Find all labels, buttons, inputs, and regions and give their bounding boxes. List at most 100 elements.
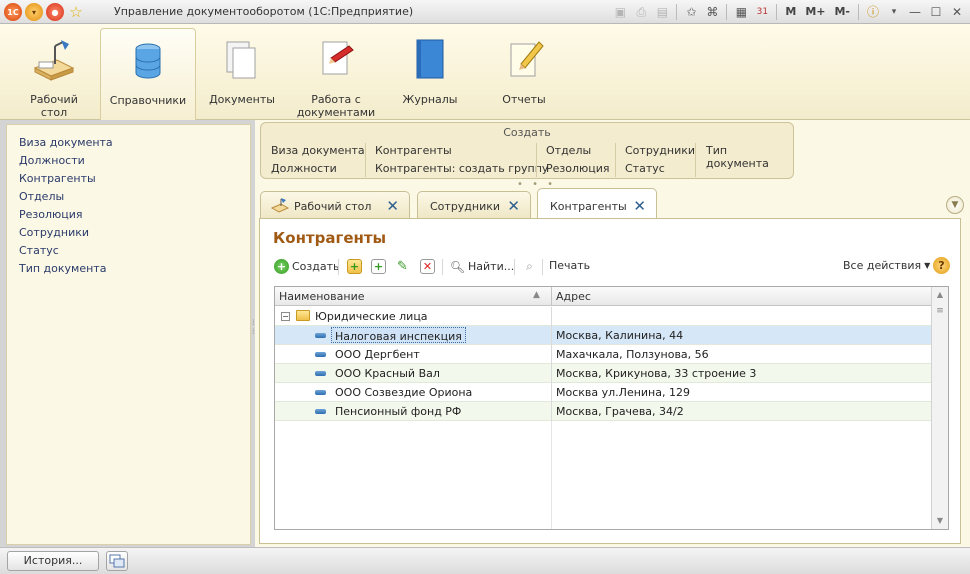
nav-item-doc-type[interactable]: Тип документа bbox=[19, 262, 106, 275]
main-menu-icon[interactable]: ▾ bbox=[25, 3, 43, 21]
scroll-thumb[interactable]: ≡ bbox=[932, 303, 948, 319]
cancel-search-icon: ⌕ bbox=[526, 259, 533, 273]
table-row[interactable]: ООО Созвездие Ориона Москва ул.Ленина, 1… bbox=[275, 383, 932, 402]
stop-icon[interactable]: ● bbox=[46, 3, 64, 21]
section-desktop-label: Рабочий стол bbox=[30, 93, 78, 119]
help-icon[interactable]: ? bbox=[933, 257, 950, 274]
section-journals[interactable]: Журналы bbox=[382, 28, 478, 116]
section-desktop[interactable]: Рабочий стол bbox=[6, 28, 102, 119]
command-bar: + Создать + + ✎ ✕ 🔍︎ Найти... ⌕ Печать В… bbox=[274, 257, 954, 277]
memory-minus-button[interactable]: M- bbox=[831, 3, 853, 21]
window-titlebar: 1С ▾ ● ☆ Управление документооборотом (1… bbox=[0, 0, 970, 24]
windows-list-icon[interactable] bbox=[106, 551, 128, 571]
find-button[interactable]: 🔍︎ Найти... bbox=[450, 259, 514, 274]
row-address: Москва, Калинина, 44 bbox=[556, 329, 684, 342]
database-icon bbox=[135, 43, 161, 79]
table-row[interactable]: ООО Дергбент Махачкала, Ползунова, 56 bbox=[275, 345, 932, 364]
memory-button[interactable]: M bbox=[782, 3, 799, 21]
section-catalogs[interactable]: Справочники bbox=[100, 28, 196, 120]
titlebar-right-buttons: ▣ ⎙ ▤ ✩ ⌘ ▦ 31 M M+ M- ⓘ ▾ — ☐ ✕ bbox=[611, 3, 966, 21]
close-icon[interactable]: ✕ bbox=[948, 3, 966, 21]
collapse-group-icon[interactable]: − bbox=[281, 312, 290, 321]
table-row-group[interactable]: − Юридические лица bbox=[275, 307, 932, 326]
bookmark-icon[interactable]: ⌘ bbox=[703, 3, 721, 21]
edit-button[interactable]: ✎ bbox=[395, 259, 410, 274]
maximize-icon[interactable]: ☐ bbox=[927, 3, 945, 21]
nav-item-positions[interactable]: Должности bbox=[19, 154, 85, 167]
tab-employees[interactable]: Сотрудники ✕ bbox=[417, 191, 531, 218]
folder-icon bbox=[296, 310, 310, 321]
add-favorite-icon[interactable]: ✩ bbox=[682, 3, 700, 21]
nav-item-employees[interactable]: Сотрудники bbox=[19, 226, 89, 239]
counterparties-table[interactable]: Наименование ▲ Адрес − Юридические лица … bbox=[274, 286, 949, 530]
create-button[interactable]: + Создать bbox=[274, 259, 340, 274]
create-status-link[interactable]: Статус bbox=[625, 162, 665, 175]
section-reports-label: Отчеты bbox=[502, 93, 546, 106]
minimize-icon[interactable]: — bbox=[906, 3, 924, 21]
row-name: ООО Созвездие Ориона bbox=[335, 386, 473, 399]
row-name: ООО Красный Вал bbox=[335, 367, 440, 380]
create-position-link[interactable]: Должности bbox=[271, 162, 337, 175]
create-visa-link[interactable]: Виза документа bbox=[271, 144, 365, 157]
nav-item-departments[interactable]: Отделы bbox=[19, 190, 64, 203]
preview-icon[interactable]: ▤ bbox=[653, 3, 671, 21]
table-row[interactable]: ООО Красный Вал Москва, Крикунова, 33 ст… bbox=[275, 364, 932, 383]
scroll-down-icon[interactable]: ▼ bbox=[932, 513, 948, 529]
tabs-dropdown-icon[interactable]: ▼ bbox=[946, 196, 964, 214]
create-doc-type-link[interactable]: Тип документа bbox=[706, 144, 793, 170]
table-row[interactable]: Пенсионный фонд РФ Москва, Грачева, 34/2 bbox=[275, 402, 932, 421]
scroll-up-icon[interactable]: ▲ bbox=[932, 287, 948, 303]
all-actions-button[interactable]: Все действия ▼ bbox=[843, 259, 930, 272]
calculator-icon[interactable]: ▦ bbox=[732, 3, 750, 21]
tab-counterparties-close-icon[interactable]: ✕ bbox=[633, 197, 646, 215]
catalog-item-icon bbox=[315, 390, 326, 395]
catalog-item-icon bbox=[315, 333, 326, 338]
create-group-button[interactable]: + bbox=[347, 259, 362, 274]
row-name: ООО Дергбент bbox=[335, 348, 420, 361]
delete-mark-button[interactable]: ✕ bbox=[420, 259, 435, 274]
catalog-item-icon bbox=[315, 352, 326, 357]
cancel-search-button[interactable]: ⌕ bbox=[522, 259, 537, 274]
nav-item-resolution[interactable]: Резолюция bbox=[19, 208, 83, 221]
copy-button[interactable]: + bbox=[371, 259, 386, 274]
nav-item-status[interactable]: Статус bbox=[19, 244, 59, 257]
create-department-link[interactable]: Отделы bbox=[546, 144, 591, 157]
info-icon[interactable]: ⓘ bbox=[864, 3, 882, 21]
create-resolution-link[interactable]: Резолюция bbox=[546, 162, 610, 175]
table-row[interactable]: Налоговая инспекция Москва, Калинина, 44 bbox=[275, 326, 932, 345]
titlebar-left-buttons: 1С ▾ ● ☆ bbox=[4, 3, 85, 21]
nav-item-counterparties[interactable]: Контрагенты bbox=[19, 172, 96, 185]
print-button[interactable]: Печать bbox=[549, 259, 590, 272]
column-header-address[interactable]: Адрес bbox=[556, 290, 591, 303]
status-bar: История... bbox=[0, 547, 970, 574]
calendar-icon[interactable]: 31 bbox=[753, 3, 771, 21]
copy-add-icon: + bbox=[371, 259, 386, 274]
section-documents-label: Документы bbox=[209, 93, 275, 106]
section-reports[interactable]: Отчеты bbox=[476, 28, 572, 116]
tab-counterparties[interactable]: Контрагенты ✕ bbox=[537, 188, 657, 219]
chevron-down-icon[interactable]: ▾ bbox=[885, 3, 903, 21]
section-documents[interactable]: Документы bbox=[194, 28, 290, 116]
vertical-scrollbar[interactable]: ▲ ≡ ▼ bbox=[931, 287, 948, 529]
memory-plus-button[interactable]: M+ bbox=[802, 3, 828, 21]
app-logo-icon[interactable]: 1С bbox=[4, 3, 22, 21]
save-icon[interactable]: ▣ bbox=[611, 3, 629, 21]
tab-employees-close-icon[interactable]: ✕ bbox=[507, 197, 520, 215]
tab-desktop[interactable]: Рабочий стол ✕ bbox=[260, 191, 410, 218]
column-header-name[interactable]: Наименование bbox=[279, 290, 364, 303]
nav-item-visa[interactable]: Виза документа bbox=[19, 136, 113, 149]
create-counterparty-link[interactable]: Контрагенты bbox=[375, 144, 452, 157]
documents-icon bbox=[226, 41, 256, 79]
print-icon[interactable]: ⎙ bbox=[632, 3, 650, 21]
tab-desktop-close-icon[interactable]: ✕ bbox=[386, 197, 399, 215]
create-employee-link[interactable]: Сотрудники bbox=[625, 144, 695, 157]
section-doc-work[interactable]: Работа с документами bbox=[288, 28, 384, 119]
navigation-panel: Виза документа Должности Контрагенты Отд… bbox=[6, 124, 251, 545]
create-counterparty-group-link[interactable]: Контрагенты: создать группу bbox=[375, 162, 548, 175]
favorites-star-icon[interactable]: ☆ bbox=[67, 3, 85, 21]
create-button-label: Создать bbox=[292, 260, 340, 273]
page-title: Контрагенты bbox=[273, 229, 387, 247]
document-edit-icon bbox=[322, 41, 354, 75]
actions-panel-create: Создать Виза документа Должности Контраг… bbox=[260, 122, 794, 179]
history-button[interactable]: История... bbox=[7, 551, 99, 571]
